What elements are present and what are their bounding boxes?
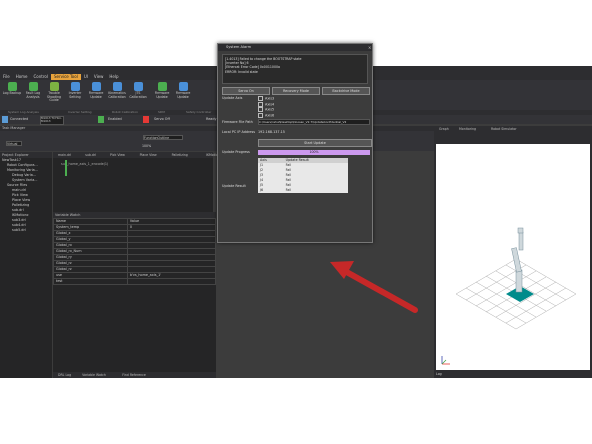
arrow-shaft (340, 267, 418, 313)
annotation-arrow (330, 261, 418, 313)
